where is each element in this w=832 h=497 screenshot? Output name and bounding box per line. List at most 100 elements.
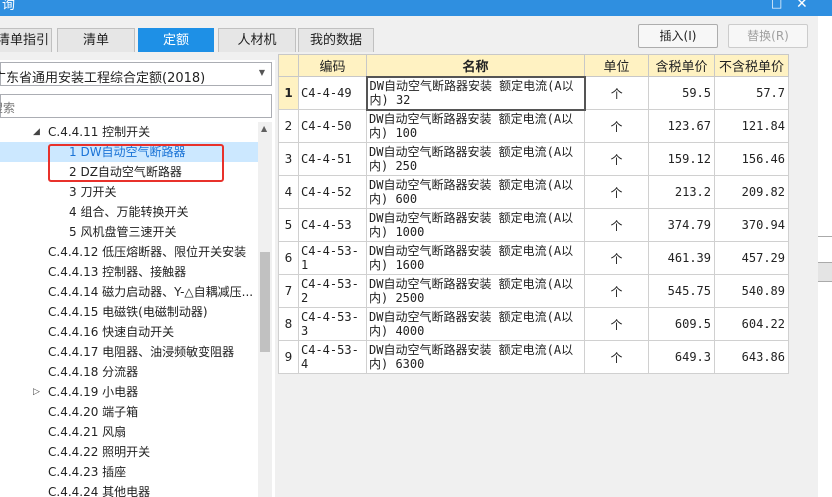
tab-list-guide[interactable]: 清单指引 bbox=[0, 28, 52, 52]
cell-code[interactable]: C4-4-52 bbox=[298, 175, 367, 209]
cell-unit[interactable]: 个 bbox=[584, 175, 649, 209]
tree-node[interactable]: C.4.4.16 快速自动开关 bbox=[0, 322, 258, 342]
insert-button[interactable]: 插入(I) bbox=[638, 24, 718, 48]
tree-node[interactable]: C.4.4.14 磁力启动器、Y-△自耦减压... bbox=[0, 282, 258, 302]
search-placeholder: 搜索 bbox=[0, 101, 16, 115]
cell-unit[interactable]: 个 bbox=[584, 208, 649, 242]
cell-name[interactable]: DW自动空气断路器安装 额定电流(A以内) 250 bbox=[366, 142, 585, 176]
cell-name[interactable]: DW自动空气断路器安装 额定电流(A以内) 2500 bbox=[366, 274, 585, 308]
cell-price-notax[interactable]: 643.86 bbox=[714, 340, 789, 374]
cell-price-tax[interactable]: 545.75 bbox=[648, 274, 715, 308]
expand-down-icon[interactable]: ◢ bbox=[33, 122, 40, 142]
tree-node[interactable]: 5 风机盘管三速开关 bbox=[0, 222, 258, 242]
cell-name[interactable]: DW自动空气断路器安装 额定电流(A以内) 100 bbox=[366, 109, 585, 143]
tab-my-data[interactable]: 我的数据 bbox=[298, 28, 374, 52]
cell-unit[interactable]: 个 bbox=[584, 76, 649, 110]
divider bbox=[818, 236, 832, 237]
cell-price-tax[interactable]: 159.12 bbox=[648, 142, 715, 176]
cell-price-notax[interactable]: 57.7 bbox=[714, 76, 789, 110]
tree-node[interactable]: C.4.4.13 控制器、接触器 bbox=[0, 262, 258, 282]
tree-node[interactable]: C.4.4.23 插座 bbox=[0, 462, 258, 482]
tree-node[interactable]: C.4.4.17 电阻器、油浸频敏变阻器 bbox=[0, 342, 258, 362]
left-panel: 广东省通用安装工程综合定额(2018) ▼ 搜索 ◢ C.4.4.11 控制开关… bbox=[0, 60, 275, 497]
cell-price-tax[interactable]: 461.39 bbox=[648, 241, 715, 275]
cell-price-tax[interactable]: 609.5 bbox=[648, 307, 715, 341]
tree-node[interactable]: 3 刀开关 bbox=[0, 182, 258, 202]
tree-node[interactable]: C.4.4.21 风扇 bbox=[0, 422, 258, 442]
cell-price-notax[interactable]: 540.89 bbox=[714, 274, 789, 308]
cell-unit[interactable]: 个 bbox=[584, 241, 649, 275]
col-price-notax[interactable]: 不含税单价 bbox=[714, 54, 789, 77]
col-index bbox=[278, 54, 299, 77]
cell-unit[interactable]: 个 bbox=[584, 340, 649, 374]
cell-unit[interactable]: 个 bbox=[584, 307, 649, 341]
tree-node[interactable]: C.4.4.18 分流器 bbox=[0, 362, 258, 382]
table-row[interactable]: 7 C4-4-53-2 DW自动空气断路器安装 额定电流(A以内) 2500 个… bbox=[278, 274, 789, 308]
cell-name[interactable]: DW自动空气断路器安装 额定电流(A以内) 1000 bbox=[366, 208, 585, 242]
scroll-up-icon[interactable]: ▲ bbox=[261, 124, 267, 133]
cell-unit[interactable]: 个 bbox=[584, 274, 649, 308]
cell-name[interactable]: DW自动空气断路器安装 额定电流(A以内) 600 bbox=[366, 175, 585, 209]
table-row[interactable]: 2 C4-4-50 DW自动空气断路器安装 额定电流(A以内) 100 个 12… bbox=[278, 109, 789, 143]
cell-unit[interactable]: 个 bbox=[584, 142, 649, 176]
cell-code[interactable]: C4-4-53-3 bbox=[298, 307, 367, 341]
cell-name[interactable]: DW自动空气断路器安装 额定电流(A以内) 6300 bbox=[366, 340, 585, 374]
table-row[interactable]: 4 C4-4-52 DW自动空气断路器安装 额定电流(A以内) 600 个 21… bbox=[278, 175, 789, 209]
tree-node[interactable]: C.4.4.20 端子箱 bbox=[0, 402, 258, 422]
cell-code[interactable]: C4-4-53-2 bbox=[298, 274, 367, 308]
background-window bbox=[818, 16, 832, 497]
cell-unit[interactable]: 个 bbox=[584, 109, 649, 143]
cell-code[interactable]: C4-4-53 bbox=[298, 208, 367, 242]
col-price-tax[interactable]: 含税单价 bbox=[648, 54, 715, 77]
maximize-icon[interactable]: □ bbox=[771, 0, 782, 10]
cell-price-tax[interactable]: 59.5 bbox=[648, 76, 715, 110]
col-name[interactable]: 名称 bbox=[366, 54, 585, 77]
table-row[interactable]: 5 C4-4-53 DW自动空气断路器安装 额定电流(A以内) 1000 个 3… bbox=[278, 208, 789, 242]
cell-price-tax[interactable]: 374.79 bbox=[648, 208, 715, 242]
cell-code[interactable]: C4-4-53-4 bbox=[298, 340, 367, 374]
cell-code[interactable]: C4-4-50 bbox=[298, 109, 367, 143]
cell-price-notax[interactable]: 457.29 bbox=[714, 241, 789, 275]
cell-name[interactable]: DW自动空气断路器安装 额定电流(A以内) 1600 bbox=[366, 241, 585, 275]
cell-code[interactable]: C4-4-51 bbox=[298, 142, 367, 176]
row-index: 4 bbox=[278, 175, 299, 209]
cell-code[interactable]: C4-4-49 bbox=[298, 76, 367, 110]
cell-name[interactable]: DW自动空气断路器安装 额定电流(A以内) 32 bbox=[365, 75, 586, 111]
table-row[interactable]: 6 C4-4-53-1 DW自动空气断路器安装 额定电流(A以内) 1600 个… bbox=[278, 241, 789, 275]
tree-node[interactable]: ▷ C.4.4.19 小电器 bbox=[0, 382, 258, 402]
cell-price-notax[interactable]: 370.94 bbox=[714, 208, 789, 242]
tree-node[interactable]: C.4.4.15 电磁铁(电磁制动器) bbox=[0, 302, 258, 322]
tree-node[interactable]: C.4.4.22 照明开关 bbox=[0, 442, 258, 462]
cell-price-notax[interactable]: 209.82 bbox=[714, 175, 789, 209]
cell-price-tax[interactable]: 649.3 bbox=[648, 340, 715, 374]
col-code[interactable]: 编码 bbox=[298, 54, 367, 77]
tree-node[interactable]: C.4.4.12 低压熔断器、限位开关安装 bbox=[0, 242, 258, 262]
tree-scrollbar[interactable]: ▲ bbox=[258, 122, 272, 497]
tree-node[interactable]: C.4.4.24 其他电器 bbox=[0, 482, 258, 497]
cell-price-notax[interactable]: 121.84 bbox=[714, 109, 789, 143]
scrollbar-thumb[interactable] bbox=[260, 252, 270, 352]
tab-list[interactable]: 清单 bbox=[57, 28, 135, 52]
table-row[interactable]: 8 C4-4-53-3 DW自动空气断路器安装 额定电流(A以内) 4000 个… bbox=[278, 307, 789, 341]
quota-library-value: 广东省通用安装工程综合定额(2018) bbox=[0, 71, 206, 86]
col-unit[interactable]: 单位 bbox=[584, 54, 649, 77]
highlight-annotation bbox=[48, 144, 224, 182]
tree-node[interactable]: ◢ C.4.4.11 控制开关 bbox=[0, 122, 258, 142]
cell-name[interactable]: DW自动空气断路器安装 额定电流(A以内) 4000 bbox=[366, 307, 585, 341]
cell-code[interactable]: C4-4-53-1 bbox=[298, 241, 367, 275]
cell-price-notax[interactable]: 604.22 bbox=[714, 307, 789, 341]
table-row[interactable]: 1 C4-4-49 DW自动空气断路器安装 额定电流(A以内) 32 个 59.… bbox=[278, 75, 789, 111]
cell-price-notax[interactable]: 156.46 bbox=[714, 142, 789, 176]
table-row[interactable]: 9 C4-4-53-4 DW自动空气断路器安装 额定电流(A以内) 6300 个… bbox=[278, 340, 789, 374]
search-input[interactable]: 搜索 bbox=[0, 94, 272, 118]
replace-button[interactable]: 替换(R) bbox=[728, 24, 808, 48]
close-icon[interactable]: ✕ bbox=[796, 0, 808, 12]
tree-node[interactable]: 4 组合、万能转换开关 bbox=[0, 202, 258, 222]
table-row[interactable]: 3 C4-4-51 DW自动空气断路器安装 额定电流(A以内) 250 个 15… bbox=[278, 142, 789, 176]
cell-price-tax[interactable]: 123.67 bbox=[648, 109, 715, 143]
quota-library-select[interactable]: 广东省通用安装工程综合定额(2018) ▼ bbox=[0, 62, 272, 86]
tab-quota[interactable]: 定额 bbox=[138, 28, 214, 52]
tab-labor-material[interactable]: 人材机 bbox=[218, 28, 296, 52]
expand-right-icon[interactable]: ▷ bbox=[33, 382, 40, 402]
cell-price-tax[interactable]: 213.2 bbox=[648, 175, 715, 209]
